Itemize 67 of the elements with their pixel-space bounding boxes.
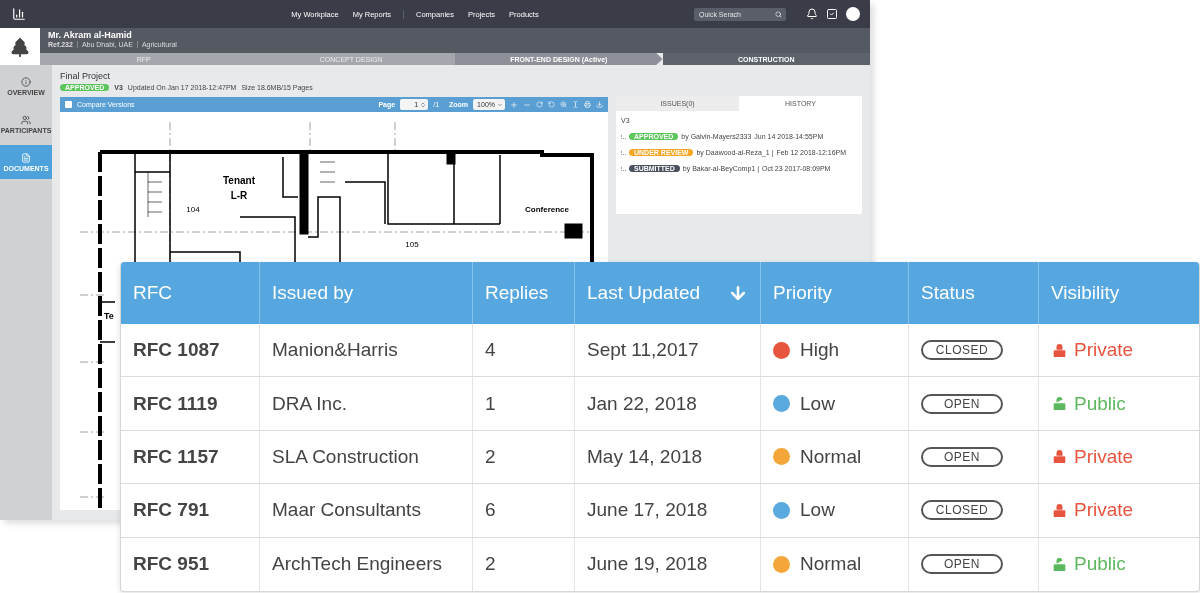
print-icon[interactable] [584,101,591,108]
table-cell: May 14, 2018 [587,446,703,468]
table-cell: DRA Inc. [272,392,347,415]
unlocked-icon [1051,395,1068,413]
plan-label: L-R [230,190,248,201]
document-icon [21,152,31,163]
stepper-icon[interactable] [420,101,427,108]
table-cell: ArchTech Engineers [272,553,443,576]
plan-label: 104 [186,205,200,214]
visibility-text: Private [1074,339,1134,362]
visibility-text: Private [1074,446,1134,468]
status-badge: OPEN [921,554,1003,575]
table-cell: RFC 951 [133,553,210,576]
cursor-icon[interactable] [572,101,579,108]
avatar[interactable] [846,7,860,21]
tree-icon [9,35,31,58]
logo-icon[interactable] [12,7,26,21]
plus-icon[interactable] [510,100,518,109]
checkbox-icon[interactable] [826,8,838,20]
visibility-text: Public [1074,392,1126,415]
table-cell: 4 [485,339,496,362]
document-title: Final Project [60,71,112,81]
table-cell: SLA Construction [272,446,419,468]
table-cell: June 17, 2018 [587,499,708,522]
table-cell: 1 [485,392,496,415]
table-cell: 2 [485,446,496,468]
priority-text: High [800,339,840,362]
priority-text: Low [800,392,835,415]
unlocked-icon [1051,555,1068,573]
table-cell: 6 [485,499,496,522]
table-cell: 2 [485,553,496,576]
download-icon[interactable] [596,101,603,108]
table-cell: RFC 1087 [133,339,220,362]
table-cell: RFC 791 [133,499,210,522]
visibility-text: Public [1074,553,1126,576]
table-cell: Sept 11,2017 [587,339,699,362]
rotate-icon[interactable] [536,101,543,108]
plan-label: Conference [525,205,569,214]
lock-icon [1051,341,1068,359]
plan-label: Tenant [223,175,255,186]
bell-icon[interactable] [806,8,818,20]
table-cell: Maar Consultants [272,499,421,522]
status-badge: CLOSED [921,340,1003,361]
table-cell: Jan 22, 2018 [587,392,697,415]
lock-icon [1051,501,1068,519]
table-cell: Manion&Harris [272,339,398,362]
status-badge: CLOSED [921,500,1003,521]
caret-icon[interactable] [497,101,503,108]
zoom-icon[interactable] [560,101,567,108]
table-cell: RFC 1119 [133,392,218,415]
people-icon [21,114,31,125]
search-icon[interactable] [775,10,782,18]
table-cell: June 19, 2018 [587,553,708,576]
rotate-icon[interactable] [548,101,555,108]
plan-label: Te [104,311,114,321]
status-badge: OPEN [921,393,1003,414]
priority-text: Normal [800,553,862,576]
priority-text: Low [800,499,835,522]
status-badge: OPEN [921,447,1003,467]
table-cell: RFC 1157 [133,446,219,468]
info-icon [21,76,31,87]
compare-checkbox[interactable] [65,101,72,108]
priority-text: Normal [800,446,862,468]
client-name: Mr. Akram al-Hamid [48,30,133,40]
lock-icon [1051,448,1068,466]
visibility-text: Private [1074,499,1134,522]
plan-label: 105 [405,240,419,249]
